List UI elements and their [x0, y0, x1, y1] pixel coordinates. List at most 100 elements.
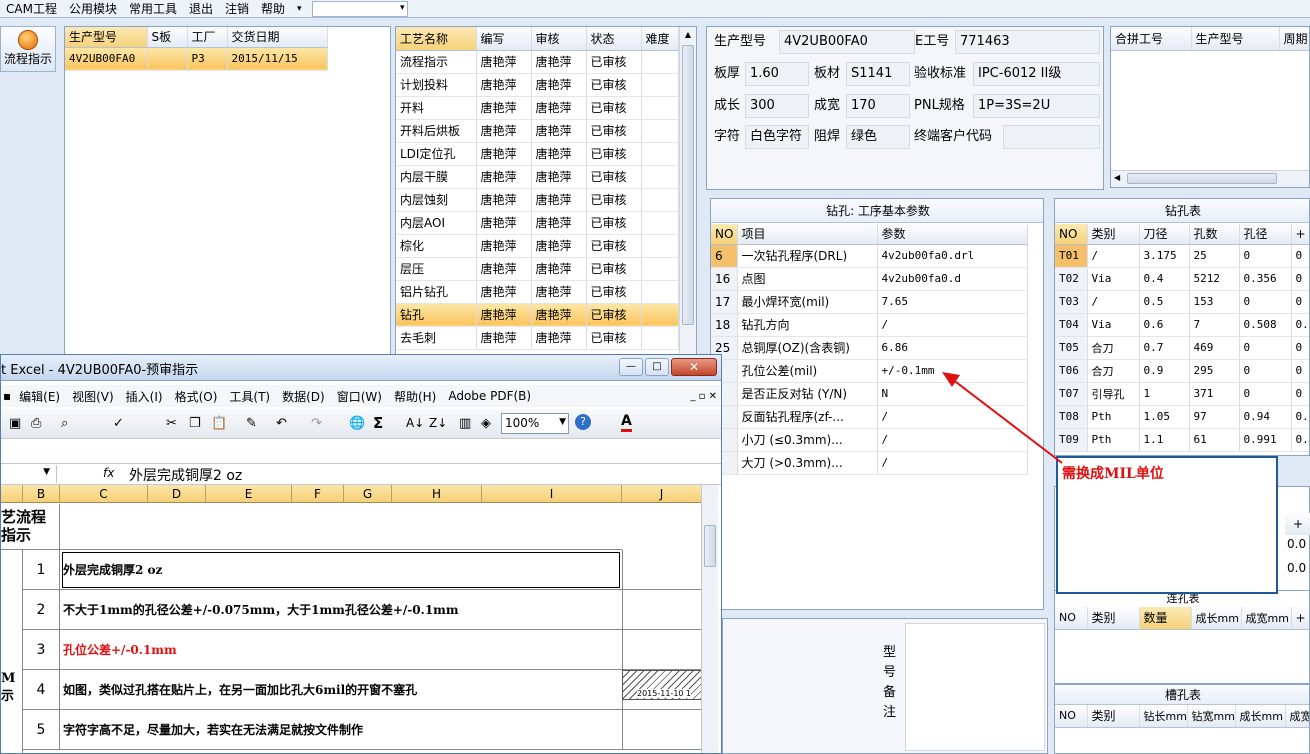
col-header-g[interactable]: G — [344, 485, 392, 503]
copy-icon[interactable]: ❐ — [189, 416, 201, 431]
table-row[interactable]: 铝片钻孔 唐艳萍 唐艳萍 已审核 — [396, 280, 679, 304]
table-row[interactable]: 内层AOI 唐艳萍 唐艳萍 已审核 — [396, 211, 679, 235]
spreadsheet-grid[interactable]: B C D E F G H I J 艺流程 指示 M 示 1 外层完成铜厚2 oz… — [1, 485, 702, 753]
table-row[interactable]: LDI定位孔 唐艳萍 唐艳萍 已审核 — [396, 142, 679, 166]
flow-button[interactable]: 流程指示 — [0, 26, 56, 72]
sheet-cell[interactable]: 孔位公差+/-0.1mm — [60, 630, 622, 670]
col-header[interactable]: 生产型号 — [65, 27, 148, 48]
menu-public[interactable]: 公用模块 — [63, 0, 123, 18]
table-row[interactable]: 25 总铜厚(OZ)(含表铜) 6.86 — [711, 336, 1028, 360]
excel-menu-view[interactable]: 视图(V) — [66, 388, 120, 405]
table-row[interactable]: T04Via0.670.5080.0 — [1055, 313, 1309, 337]
col-header[interactable]: 钻宽mm — [1187, 705, 1236, 728]
col-header[interactable]: 生产型号 — [1191, 27, 1280, 51]
table-row[interactable]: 钻孔 唐艳萍 唐艳萍 已审核 — [396, 303, 679, 327]
scroll-thumb[interactable] — [704, 525, 716, 567]
col-header[interactable]: 参数 — [877, 224, 1028, 245]
table-row[interactable]: 内层干膜 唐艳萍 唐艳萍 已审核 — [396, 165, 679, 189]
name-box[interactable]: ▼ — [1, 465, 57, 483]
col-header[interactable]: 刀径 — [1139, 224, 1190, 245]
table-row[interactable]: 去毛刺 唐艳萍 唐艳萍 已审核 — [396, 326, 679, 350]
sheet-cell[interactable]: 字符字高不足，尽量加大，若实在无法满足就按文件制作 — [60, 710, 622, 750]
col-header[interactable]: 数量 — [1139, 607, 1192, 630]
help-icon[interactable]: ? — [575, 414, 591, 430]
formula-input[interactable]: 外层完成铜厚2 oz — [129, 465, 242, 485]
col-header[interactable]: 交货日期 — [227, 27, 328, 48]
col-header[interactable]: 钻长mm — [1139, 705, 1188, 728]
col-header[interactable]: 合拼工号 — [1111, 27, 1192, 51]
col-header[interactable]: 类别 — [1087, 224, 1140, 245]
col-header[interactable]: + — [1291, 224, 1309, 245]
col-header[interactable]: 成宽mm — [1241, 607, 1292, 630]
col-header-c[interactable]: C — [60, 485, 148, 503]
col-header[interactable]: 孔数 — [1189, 224, 1240, 245]
col-header-h[interactable]: H — [392, 485, 482, 503]
table-row[interactable]: 计划投料 唐艳萍 唐艳萍 已审核 — [396, 73, 679, 97]
excel-menu-edit[interactable]: 编辑(E) — [13, 388, 66, 405]
chart-icon[interactable]: ▥ — [459, 416, 471, 431]
hyperlink-icon[interactable]: 🌐 — [349, 416, 365, 431]
table-row[interactable]: T02 Via 0.4 5212 0.356 0 — [1055, 267, 1309, 291]
excel-menu-format[interactable]: 格式(O) — [169, 388, 224, 405]
col-header[interactable]: NO — [1055, 224, 1088, 245]
sort-asc-icon[interactable]: A↓ — [406, 416, 424, 430]
scroll-thumb[interactable] — [1127, 173, 1277, 184]
table-row[interactable]: 棕化 唐艳萍 唐艳萍 已审核 — [396, 234, 679, 258]
sheet-cell[interactable] — [622, 630, 702, 670]
remark-input[interactable] — [905, 623, 1045, 751]
excel-menu-help[interactable]: 帮助(H) — [388, 388, 442, 405]
table-row[interactable]: T01/3.175 25 0 0 — [1055, 244, 1309, 268]
sheet-cell[interactable] — [622, 710, 702, 750]
restore-icon[interactable]: _ ▫ ✕ — [684, 391, 721, 402]
minimize-icon[interactable]: — — [619, 358, 643, 376]
brush-icon[interactable]: ✎ — [246, 416, 257, 431]
col-header[interactable]: + — [1291, 607, 1309, 630]
menu-help[interactable]: 帮助 — [255, 0, 291, 18]
table-row[interactable]: 16 点图 4v2ub00fa0.d — [711, 267, 1028, 291]
cut-icon[interactable]: ✂ — [166, 416, 177, 431]
save-icon[interactable]: ▣ — [9, 416, 21, 431]
sheet-cell[interactable]: 外层完成铜厚2 oz — [60, 550, 622, 590]
col-header-b[interactable]: B — [23, 485, 60, 503]
table-row[interactable]: 6 一次钻孔程序(DRL) 4v2ub00fa0.drl — [711, 244, 1028, 268]
v-scrollbar[interactable] — [701, 485, 718, 753]
module-combo[interactable]: ▾ — [311, 0, 408, 17]
col-header[interactable]: 成长mm — [1235, 705, 1286, 728]
sheet-cell[interactable] — [622, 550, 702, 590]
col-header[interactable]: 难度 — [641, 27, 679, 51]
col-header[interactable]: S板 — [147, 27, 188, 48]
scroll-up-icon[interactable]: ▲ — [680, 27, 696, 43]
col-header-j[interactable]: J — [622, 485, 702, 503]
col-header[interactable]: 编写 — [476, 27, 532, 51]
col-header[interactable]: 项目 — [737, 224, 878, 245]
excel-menu-insert[interactable]: 插入(I) — [120, 388, 169, 405]
mid-plus-header[interactable]: + — [1285, 513, 1310, 535]
col-header-d[interactable]: D — [148, 485, 206, 503]
sheet-cell[interactable]: 不大于1mm的孔径公差+/-0.075mm，大于1mm孔径公差+/-0.1mm — [60, 590, 622, 630]
function-icon[interactable]: fx — [103, 466, 114, 480]
scroll-left-icon[interactable]: ◀ — [1114, 173, 1120, 182]
table-row[interactable]: 内层蚀刻 唐艳萍 唐艳萍 已审核 — [396, 188, 679, 212]
excel-menu-tools[interactable]: 工具(T) — [223, 388, 276, 405]
col-header-e[interactable]: E — [206, 485, 292, 503]
menu-exit[interactable]: 退出 — [183, 0, 219, 18]
zoom-select[interactable]: 100% ▼ — [501, 413, 569, 434]
corner-header[interactable] — [1, 485, 23, 503]
col-header-i[interactable]: I — [482, 485, 622, 503]
preview-icon[interactable]: ⌕ — [61, 416, 68, 431]
table-row[interactable]: 开料 唐艳萍 唐艳萍 已审核 — [396, 96, 679, 120]
table-row[interactable]: T06 合刀 0.9 295 0 0 — [1055, 359, 1309, 383]
table-row[interactable]: 17 最小焊环宽(mil) 7.65 — [711, 290, 1028, 314]
spell-icon[interactable]: ✓ — [113, 416, 124, 431]
col-header[interactable]: 审核 — [531, 27, 587, 51]
menu-logout[interactable]: 注销 — [219, 0, 255, 18]
sheet-cell[interactable] — [622, 590, 702, 630]
table-row[interactable]: 开料后烘板 唐艳萍 唐艳萍 已审核 — [396, 119, 679, 143]
col-header[interactable]: 工艺名称 — [396, 27, 477, 51]
close-icon[interactable]: ✕ — [671, 358, 717, 376]
col-header[interactable]: 周期 — [1279, 27, 1309, 51]
paste-icon[interactable]: 📋 — [211, 416, 227, 431]
table-row[interactable]: T07 引导孔 1 371 0 0 — [1055, 382, 1309, 406]
menu-tools[interactable]: 常用工具 — [123, 0, 183, 18]
excel-menu-icon[interactable]: ▪ — [1, 389, 13, 403]
